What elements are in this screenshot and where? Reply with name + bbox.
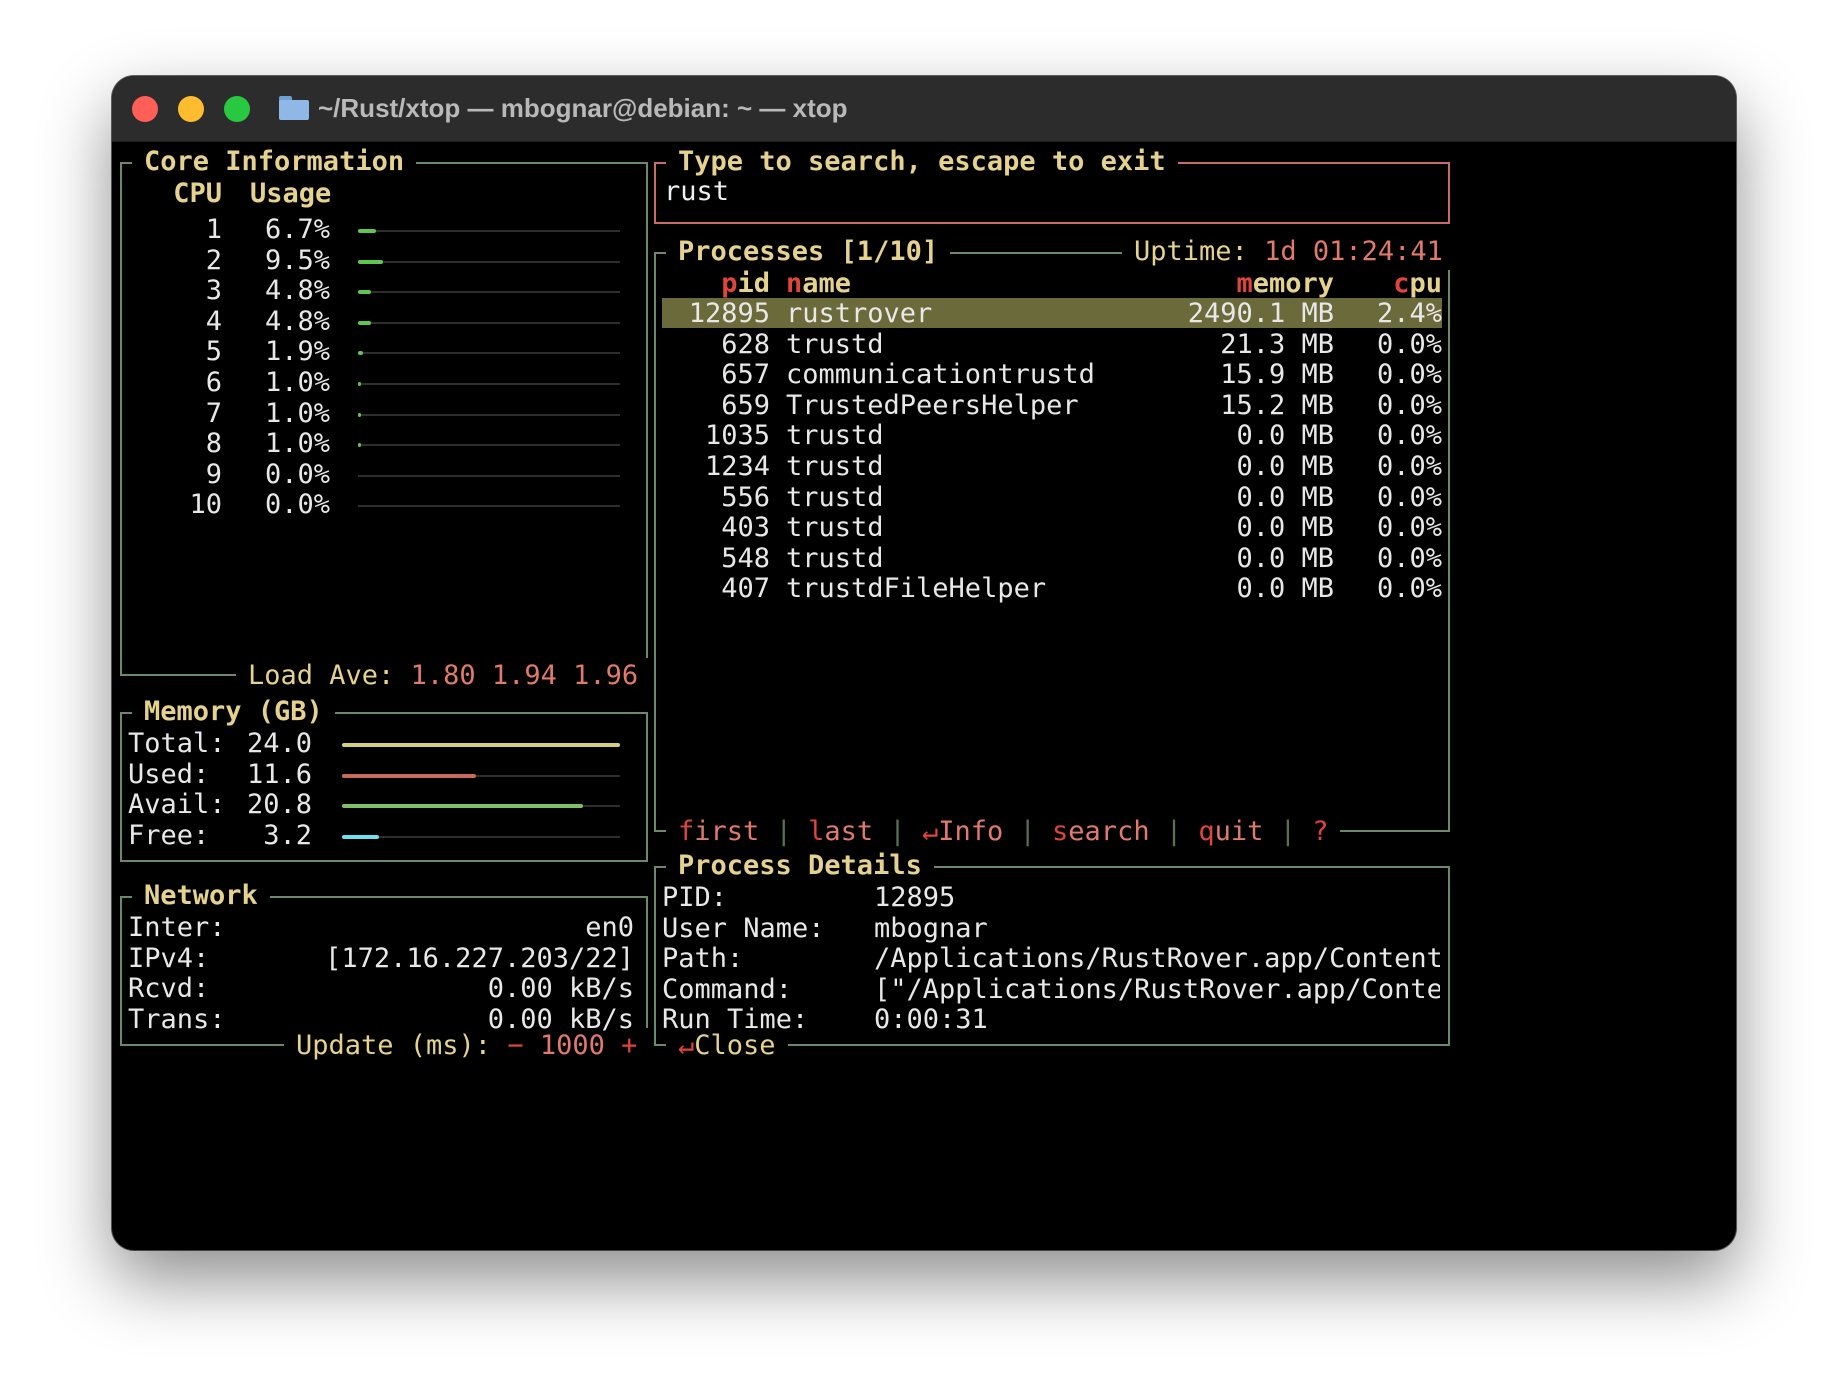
uptime: Uptime: 1d 01:24:41 [1122,234,1455,270]
process-row[interactable]: 659 TrustedPeersHelper 15.2 MB 0.0% [656,388,1446,421]
memory-gauge-fill [342,773,476,778]
memory-panel: Memory (GB) Total: 24.0 Used: 11.6 Avail: 20.… [120,694,648,862]
network-value: 0.00 kB/s [487,1003,634,1035]
close-window-button[interactable] [132,96,158,122]
help-action[interactable]: ? [1312,816,1328,847]
process-row[interactable]: 403 trustd 0.0 MB 0.0% [656,510,1446,543]
cpu-usage-gauge [358,443,620,448]
info-action[interactable]: ↵Info [922,816,1003,847]
load-average: Load Ave: 1.80 1.94 1.96 [236,658,651,694]
search-panel: Type to search, escape to exit rust [654,144,1450,224]
memory-gauge-fill [342,743,620,747]
terminal-content: Core Information CPU Usage Load Ave: 1.8… [112,142,1736,1250]
process-details-panel: Process Details ↵Close PID: 12895 User Nam… [654,848,1450,1064]
process-row[interactable]: 628 trustd 21.3 MB 0.0% [656,327,1446,360]
memory-title: Memory (GB) [132,694,335,730]
folder-icon [279,96,309,120]
cpu-number: 10 [189,489,222,521]
process-row[interactable]: 556 trustd 0.0 MB 0.0% [656,480,1446,513]
search-input[interactable]: rust [664,174,1434,210]
process-memory: 0.0 MB [1236,573,1334,605]
cpu-usage-gauge [358,320,620,325]
usage-column-header: Usage [250,178,332,209]
cpu-usage-gauge-fill [358,351,363,356]
title-bar: ~/Rust/xtop — mbognar@debian: ~ — xtop [112,76,1736,142]
footer-separator: | [889,816,906,847]
process-name: trustdFileHelper [786,573,1047,605]
process-row[interactable]: 657 communicationtrustd 15.9 MB 0.0% [656,357,1446,390]
cpu-column-header: CPU [173,178,222,209]
processes-panel: Processes [1/10] Uptime: 1d 01:24:41 pid… [654,234,1455,850]
window-title: ~/Rust/xtop — mbognar@debian: ~ — xtop [318,93,848,123]
process-details-title: Process Details [666,848,934,884]
footer-separator: | [1165,816,1183,847]
last-action[interactable]: last [808,816,873,847]
process-cpu: 0.0% [1376,573,1442,605]
detail-label: Run Time: [662,1004,809,1036]
process-row[interactable]: 407 trustdFileHelper 0.0 MB 0.0% [656,571,1446,604]
network-title: Network [132,878,270,914]
process-pid: 407 [721,573,770,605]
network-label: Trans: [128,1003,226,1035]
cpu-usage-gauge-fill [358,412,361,417]
memory-gauge-fill [342,834,379,839]
processes-title: Processes [1/10] [666,234,951,270]
search-action[interactable]: search [1052,816,1150,847]
process-row[interactable]: 12895 rustrover 2490.1 MB 2.4% [656,296,1446,329]
uptime-label: Uptime: [1134,236,1248,267]
detail-value: 0:00:31 [874,1004,988,1036]
zoom-window-button[interactable] [224,96,250,122]
network-panel: Network Update (ms): − 1000 + Inter: en0 I… [120,878,650,1064]
memory-gauge [342,834,620,839]
footer-separator: | [1019,816,1036,847]
cpu-usage-gauge-fill [358,443,361,448]
quit-action[interactable]: quit [1198,816,1263,847]
first-action[interactable]: first [678,816,759,847]
cpu-usage-gauge [358,259,620,264]
load-average-values: 1.80 1.94 1.96 [410,660,639,691]
minimize-window-button[interactable] [178,96,204,122]
cpu-usage-gauge [358,505,620,508]
process-footer-menu: first | last | ↵Info | search | quit | ? [666,814,1341,850]
process-row[interactable]: 1234 trustd 0.0 MB 0.0% [656,449,1446,482]
cpu-usage-gauge [358,382,620,386]
footer-separator: | [775,816,792,847]
memory-value: 3.2 [263,819,312,851]
cpu-usage-gauge-fill [358,320,371,325]
cpu-usage-gauge [358,229,620,233]
cpu-usage-gauge-fill [358,382,361,386]
cpu-usage-gauge-fill [358,290,371,295]
cpu-usage-gauge [358,412,620,417]
load-average-label: Load Ave: [248,660,395,691]
cpu-usage-gauge [358,474,620,477]
terminal-window: ~/Rust/xtop — mbognar@debian: ~ — xtop C… [112,76,1736,1250]
cpu-usage-value: 0.0% [264,489,330,521]
memory-gauge-fill [342,804,583,809]
process-row[interactable]: 1035 trustd 0.0 MB 0.0% [656,418,1446,451]
footer-separator: | [1279,816,1296,847]
cpu-usage-gauge [358,290,620,295]
cpu-usage-gauge-fill [358,229,376,233]
memory-gauge [342,804,620,809]
process-row[interactable]: 548 trustd 0.0 MB 0.0% [656,541,1446,574]
memory-gauge [342,773,620,778]
cpu-usage-gauge-fill [358,259,383,264]
memory-gauge [342,743,620,747]
core-information-panel: Core Information CPU Usage Load Ave: 1.8… [120,144,651,694]
cpu-usage-gauge [358,351,620,356]
uptime-value: 1d 01:24:41 [1264,236,1443,267]
core-information-title: Core Information [132,144,417,180]
memory-label: Free: [128,819,210,851]
